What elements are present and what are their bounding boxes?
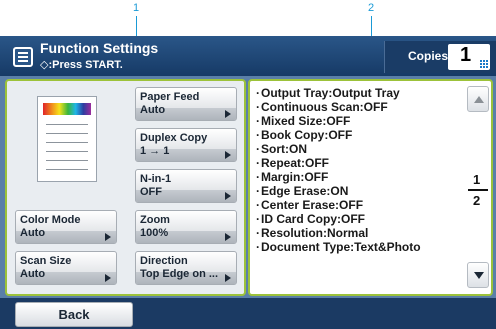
chevron-right-icon [225, 233, 231, 241]
color-preview-bar [43, 103, 91, 115]
list-item: Sort:ON [256, 142, 307, 156]
start-instruction: ◇:Press START. [40, 59, 123, 71]
chevron-right-icon [225, 192, 231, 200]
list-item: Mixed Size:OFF [256, 114, 350, 128]
chevron-right-icon [105, 233, 111, 241]
n-in-1-button[interactable]: N-in-1 OFF [135, 169, 237, 203]
list-item: Document Type:Text&Photo [256, 240, 421, 254]
back-button[interactable]: Back [15, 302, 133, 327]
list-item: ID Card Copy:OFF [256, 212, 365, 226]
keypad-icon[interactable] [480, 60, 488, 68]
copies-label: Copies: [408, 49, 453, 63]
scan-size-button[interactable]: Scan Size Auto [15, 251, 117, 285]
page-divider [468, 189, 488, 191]
list-item: Book Copy:OFF [256, 128, 352, 142]
copies-value: 1 [460, 44, 472, 66]
list-item: Center Erase:OFF [256, 198, 363, 212]
page-current: 1 [473, 172, 481, 187]
list-item: Resolution:Normal [256, 226, 368, 240]
list-item: Continuous Scan:OFF [256, 100, 388, 114]
color-mode-button[interactable]: Color Mode Auto [15, 210, 117, 244]
chevron-right-icon [225, 151, 231, 159]
page-total: 2 [473, 193, 481, 208]
callout-1: 1 [133, 2, 140, 14]
document-preview [37, 96, 97, 182]
scroll-down-button[interactable] [467, 262, 489, 288]
scroll-down-icon [474, 272, 484, 279]
function-settings-icon [13, 47, 33, 67]
scroll-up-button[interactable] [467, 86, 489, 112]
paper-feed-button[interactable]: Paper Feed Auto [135, 87, 237, 121]
chevron-right-icon [225, 110, 231, 118]
page-title: Function Settings [40, 40, 159, 56]
zoom-button[interactable]: Zoom 100% [135, 210, 237, 244]
list-item: Margin:OFF [256, 170, 328, 184]
direction-button[interactable]: Direction Top Edge on ... [135, 251, 237, 285]
chevron-right-icon [105, 274, 111, 282]
list-item: Repeat:OFF [256, 156, 329, 170]
list-item: Output Tray:Output Tray [256, 86, 400, 100]
chevron-right-icon [225, 274, 231, 282]
list-item: Edge Erase:ON [256, 184, 348, 198]
duplex-copy-button[interactable]: Duplex Copy 1 → 1 [135, 128, 237, 162]
scroll-up-icon [474, 96, 484, 103]
callout-2: 2 [368, 2, 375, 14]
